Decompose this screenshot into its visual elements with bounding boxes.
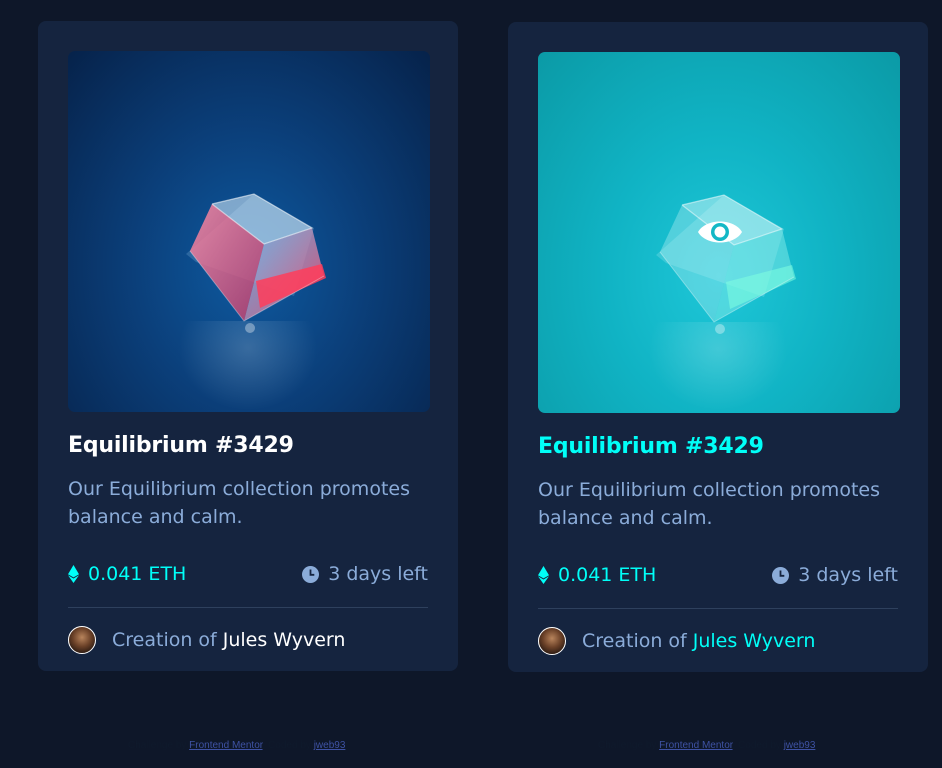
price-value: 0.041 ETH xyxy=(88,563,187,585)
nft-description: Our Equilibrium collection promotes bala… xyxy=(68,478,410,528)
footer-coded-text: . Coded by xyxy=(262,740,311,751)
attribution-footer: Challenge by Frontend Mentor. Coded by j… xyxy=(128,740,345,751)
creation-prefix: Creation of xyxy=(582,630,687,652)
frontend-mentor-link[interactable]: Frontend Mentor xyxy=(659,740,732,751)
nft-description: Our Equilibrium collection promotes bala… xyxy=(538,479,880,529)
creator-name-link[interactable]: Jules Wyvern xyxy=(693,630,816,652)
author-link[interactable]: jweb93 xyxy=(314,740,346,751)
time-left: 3 days left xyxy=(772,562,898,588)
clock-icon xyxy=(772,566,790,584)
nft-title[interactable]: Equilibrium #3429 xyxy=(68,433,294,458)
creator-name-link[interactable]: Jules Wyvern xyxy=(223,629,346,651)
price: 0.041 ETH xyxy=(68,561,186,587)
nft-card-hover: Equilibrium #3429 Our Equilibrium collec… xyxy=(508,22,928,672)
avatar xyxy=(68,626,96,654)
time-left-value: 3 days left xyxy=(798,564,898,586)
ethereum-icon xyxy=(68,565,79,583)
attribution-footer: Challenge by Frontend Mentor. Coded by j… xyxy=(598,740,815,751)
divider xyxy=(538,608,898,609)
nft-image[interactable] xyxy=(68,51,430,412)
nft-card: Equilibrium #3429 Our Equilibrium collec… xyxy=(38,21,458,671)
time-left-value: 3 days left xyxy=(328,563,428,585)
ethereum-icon xyxy=(538,566,549,584)
nft-title[interactable]: Equilibrium #3429 xyxy=(538,434,764,459)
author-link[interactable]: jweb93 xyxy=(784,740,816,751)
clock-icon xyxy=(302,565,320,583)
creation-prefix: Creation of xyxy=(112,629,217,651)
frontend-mentor-link[interactable]: Frontend Mentor xyxy=(189,740,262,751)
creator-row: Creation of Jules Wyvern xyxy=(68,624,345,656)
nft-image[interactable] xyxy=(538,52,900,413)
price: 0.041 ETH xyxy=(538,562,656,588)
avatar xyxy=(538,627,566,655)
footer-coded-text: . Coded by xyxy=(732,740,781,751)
time-left: 3 days left xyxy=(302,561,428,587)
divider xyxy=(68,607,428,608)
footer-challenge-text: Challenge by xyxy=(128,740,187,751)
cube-illustration xyxy=(186,193,326,333)
price-value: 0.041 ETH xyxy=(558,564,657,586)
footer-challenge-text: Challenge by xyxy=(598,740,657,751)
creator-row: Creation of Jules Wyvern xyxy=(538,625,815,657)
view-eye-icon xyxy=(698,221,742,243)
